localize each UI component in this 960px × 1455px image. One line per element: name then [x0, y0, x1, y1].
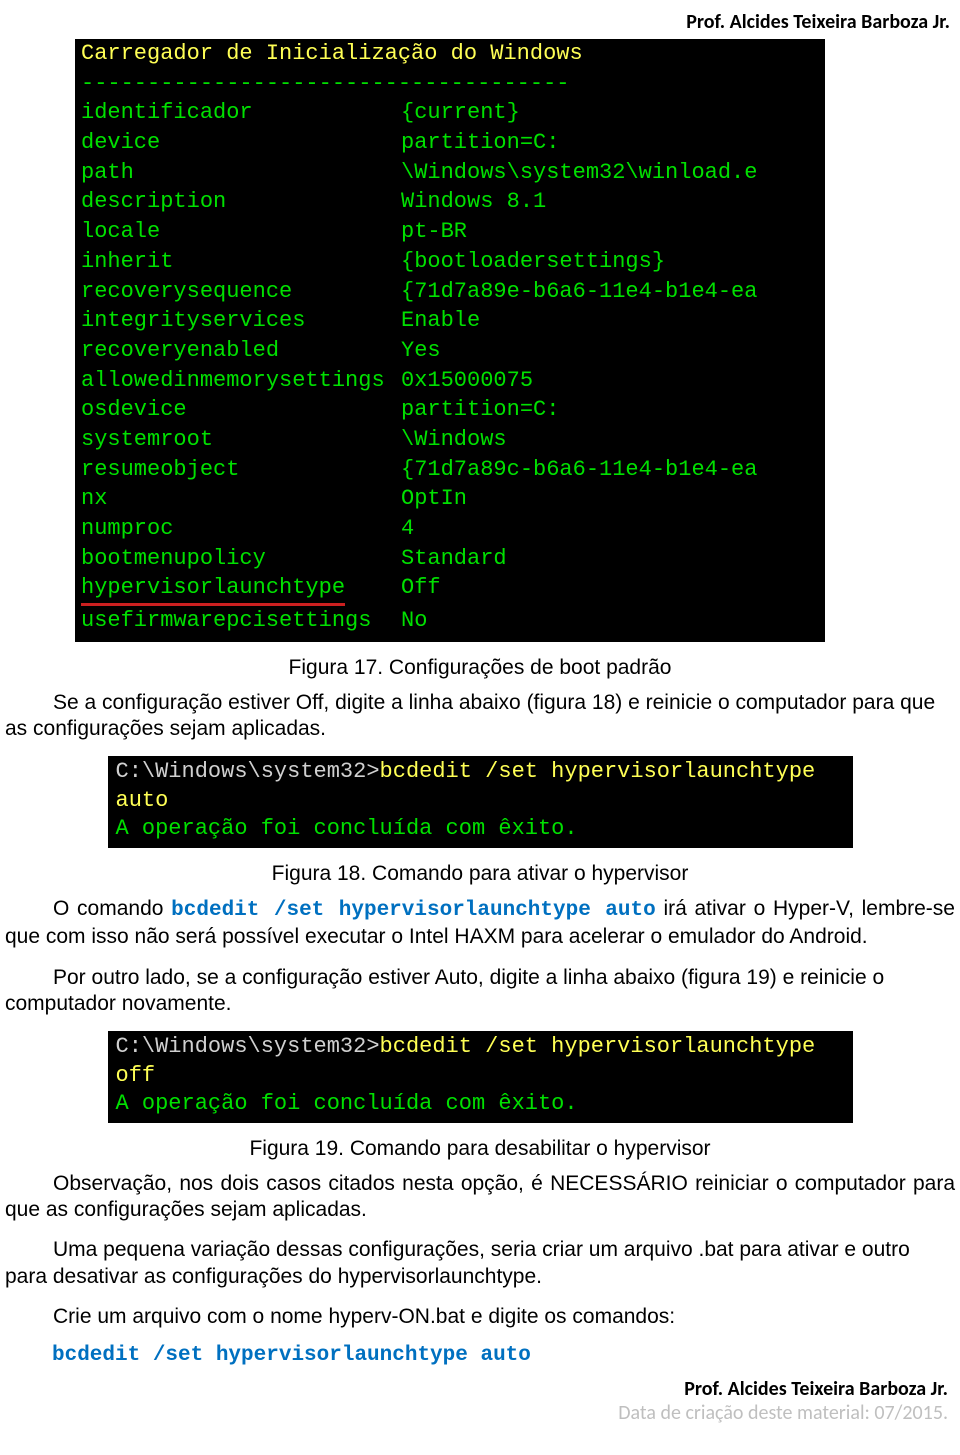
- paragraph-6: Crie um arquivo com o nome hyperv-ON.bat…: [5, 1304, 955, 1330]
- terminal-row: resumeobject{71d7a89c-b6a6-11e4-b1e4-ea: [81, 455, 819, 485]
- footer-author: Prof. Alcides Teixeira Barboza Jr.: [0, 1377, 948, 1401]
- bat-command: bcdedit /set hypervisorlaunchtype auto: [52, 1344, 955, 1367]
- inline-command: bcdedit /set hypervisorlaunchtype auto: [171, 899, 656, 922]
- terminal-row: bootmenupolicyStandard: [81, 544, 819, 574]
- terminal-row: descriptionWindows 8.1: [81, 187, 819, 217]
- terminal-row: allowedinmemorysettings0x15000075: [81, 366, 819, 396]
- terminal-row: identificador{current}: [81, 98, 819, 128]
- terminal-row: usefirmwarepcisettingsNo: [81, 606, 819, 636]
- footer-date: Data de criação deste material: 07/2015.: [0, 1401, 948, 1425]
- terminal-row: recoverysequence{71d7a89e-b6a6-11e4-b1e4…: [81, 277, 819, 307]
- cmd2-result: A operação foi concluída com êxito.: [116, 1090, 845, 1119]
- paragraph-5: Uma pequena variação dessas configuraçõe…: [5, 1237, 955, 1290]
- terminal-row: recoveryenabledYes: [81, 336, 819, 366]
- paragraph-2: O comando bcdedit /set hypervisorlauncht…: [5, 896, 955, 951]
- terminal-bcdedit-output: Carregador de Inicialização do Windows--…: [75, 39, 825, 642]
- figure17-caption: Figura 17. Configurações de boot padrão: [0, 656, 960, 680]
- figure19-caption: Figura 19. Comando para desabilitar o hy…: [0, 1137, 960, 1161]
- para2-text-a: O comando: [53, 897, 171, 920]
- cmd1-result: A operação foi concluída com êxito.: [116, 815, 845, 844]
- terminal-row: path\Windows\system32\winload.e: [81, 158, 819, 188]
- cmd2-prompt: C:\Windows\system32>: [116, 1034, 380, 1059]
- terminal-row: hypervisorlaunchtypeOff: [81, 573, 819, 606]
- paragraph-1: Se a configuração estiver Off, digite a …: [5, 690, 955, 743]
- paragraph-4: Observação, nos dois casos citados nesta…: [5, 1171, 955, 1224]
- terminal-row: integrityservicesEnable: [81, 306, 819, 336]
- terminal-row: systemroot\Windows: [81, 425, 819, 455]
- terminal-row: osdevicepartition=C:: [81, 395, 819, 425]
- terminal-row: inherit{bootloadersettings}: [81, 247, 819, 277]
- terminal-row: localept-BR: [81, 217, 819, 247]
- terminal-divider: -------------------------------------: [81, 69, 819, 99]
- cmd-block-enable: C:\Windows\system32>bcdedit /set hypervi…: [108, 756, 853, 848]
- terminal-row: devicepartition=C:: [81, 128, 819, 158]
- paragraph-3: Por outro lado, se a configuração estive…: [5, 965, 955, 1018]
- cmd-block-disable: C:\Windows\system32>bcdedit /set hypervi…: [108, 1031, 853, 1123]
- header-author: Prof. Alcides Teixeira Barboza Jr.: [0, 0, 960, 39]
- figure18-caption: Figura 18. Comando para ativar o hypervi…: [0, 862, 960, 886]
- terminal-row: numproc4: [81, 514, 819, 544]
- terminal-row: nxOptIn: [81, 484, 819, 514]
- terminal-title: Carregador de Inicialização do Windows: [81, 39, 819, 69]
- cmd1-prompt: C:\Windows\system32>: [116, 759, 380, 784]
